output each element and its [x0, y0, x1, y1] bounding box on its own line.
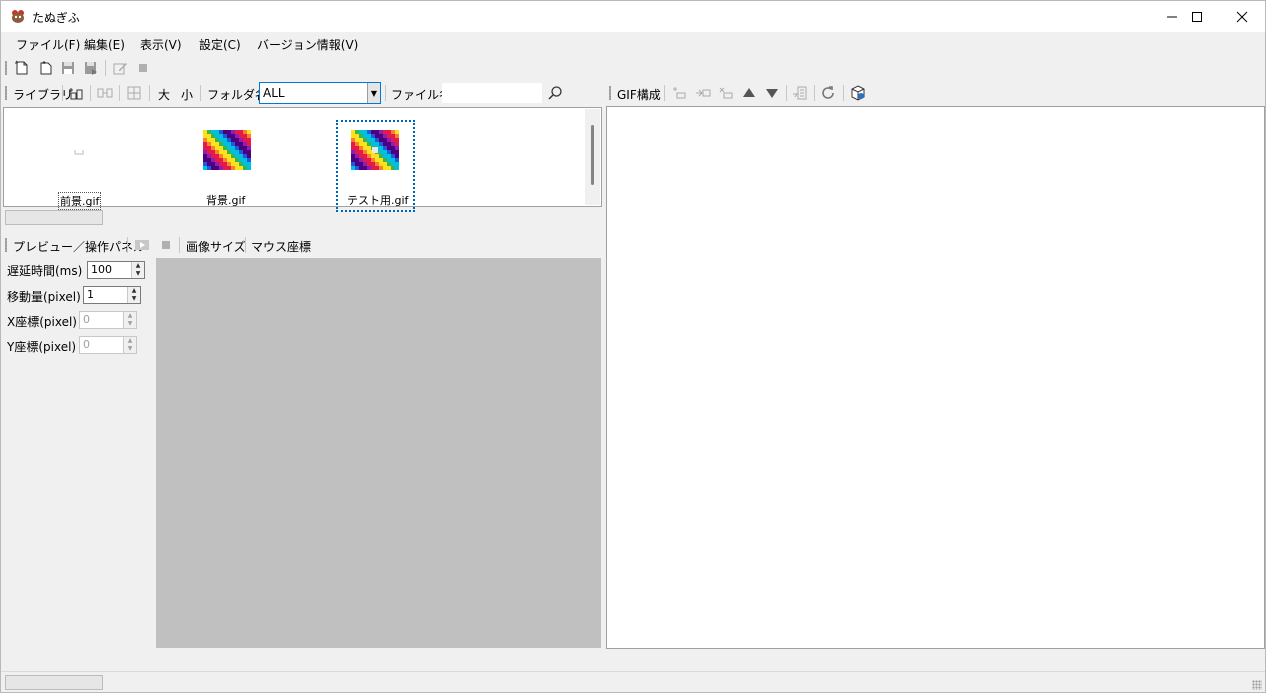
- title-bar: たぬぎふ: [1, 1, 1265, 32]
- spin-buttons[interactable]: ▲ ▼: [127, 287, 140, 303]
- library-item-thumbnail[interactable]: [203, 130, 251, 170]
- library-progress-bar: [5, 210, 103, 225]
- maximize-button[interactable]: [1174, 1, 1220, 32]
- delay-label: 遅延時間(ms): [7, 264, 83, 278]
- toolbar-separator: [105, 60, 106, 76]
- library-panel: 前景.gif 背景.gif テスト用.gif: [3, 107, 602, 212]
- window-title: たぬぎふ: [32, 11, 80, 25]
- toolbar-separator: [119, 85, 120, 101]
- status-bar: [1, 671, 1265, 692]
- refresh-icon[interactable]: [820, 85, 836, 101]
- frame-list-icon[interactable]: [792, 85, 808, 101]
- delay-spinbox[interactable]: 100 ▲ ▼: [87, 261, 145, 279]
- menu-version[interactable]: バージョン情報(V): [257, 36, 358, 53]
- close-button[interactable]: [1219, 1, 1265, 32]
- app-window: たぬぎふ ファイル(F) 編集(E) 表示(V) 設定(C) バージョン情報(V…: [0, 0, 1266, 693]
- delay-value: 100: [91, 263, 112, 276]
- mouse-coord-label: マウス座標: [251, 240, 312, 254]
- toolbar-grip[interactable]: [5, 61, 7, 75]
- status-progress-bar: [5, 675, 103, 690]
- library-item-label[interactable]: 背景.gif: [206, 192, 245, 208]
- play-icon[interactable]: [134, 237, 150, 253]
- toolbar-separator: [179, 237, 180, 253]
- resize-grip[interactable]: [1252, 680, 1262, 690]
- toolbar-separator: [200, 85, 201, 101]
- new-file-icon[interactable]: [14, 60, 30, 76]
- gif-frame-panel[interactable]: [606, 106, 1265, 649]
- preview-label: プレビュー／操作パネル: [13, 240, 146, 254]
- preview-canvas[interactable]: [156, 258, 601, 648]
- spin-buttons[interactable]: ▲ ▼: [123, 337, 136, 353]
- chevron-down-icon[interactable]: ▼: [367, 83, 380, 103]
- tanuki-app-icon: [12, 10, 24, 23]
- broken-image-icon[interactable]: [72, 145, 86, 159]
- grid-view-icon[interactable]: [126, 85, 142, 101]
- toolbar-separator: [62, 85, 63, 101]
- toolbar-separator: [245, 237, 246, 253]
- spin-buttons[interactable]: ▲ ▼: [131, 262, 144, 278]
- gif-toolbar-grip[interactable]: [609, 86, 611, 100]
- toolbar-separator: [385, 85, 386, 101]
- gif-label: GIF構成: [617, 88, 661, 102]
- edit-icon[interactable]: [112, 60, 128, 76]
- search-icon[interactable]: [547, 85, 563, 101]
- preview-toolbar: プレビュー／操作パネル 画像サイズ マウス座標: [3, 233, 602, 257]
- open-file-icon[interactable]: [38, 60, 54, 76]
- menu-view[interactable]: 表示(V): [140, 36, 182, 53]
- main-toolbar: [1, 56, 1265, 80]
- toolbar-separator: [664, 85, 665, 101]
- toolbar-separator: [814, 85, 815, 101]
- library-label: ライブラリ: [13, 88, 74, 102]
- library-item-label[interactable]: 前景.gif: [58, 192, 102, 210]
- menu-settings[interactable]: 設定(C): [199, 36, 241, 53]
- menu-bar: ファイル(F) 編集(E) 表示(V) 設定(C) バージョン情報(V): [1, 32, 1265, 55]
- library-item-label[interactable]: テスト用.gif: [347, 192, 408, 208]
- export-gif-icon[interactable]: [850, 85, 866, 101]
- move-amount-label: 移動量(pixel): [7, 290, 81, 304]
- library-scrollbar[interactable]: [585, 109, 600, 205]
- move-up-icon[interactable]: [741, 85, 757, 101]
- library-toolbar-grip[interactable]: [5, 86, 7, 100]
- close-icon: [1236, 11, 1248, 22]
- folder-label: フォルダ名: [207, 88, 268, 102]
- image-size-label: 画像サイズ: [186, 240, 246, 254]
- move-amount-value: 1: [87, 288, 94, 301]
- menu-edit[interactable]: 編集(E): [84, 36, 125, 53]
- folder-select-value: ALL: [263, 86, 285, 100]
- library-item-thumbnail[interactable]: [351, 130, 399, 170]
- remove-library-icon[interactable]: [97, 85, 113, 101]
- toolbar-separator: [90, 85, 91, 101]
- x-coord-value: 0: [83, 313, 90, 326]
- move-down-icon[interactable]: [764, 85, 780, 101]
- save-icon[interactable]: [60, 60, 76, 76]
- toolbar-separator: [149, 85, 150, 101]
- stop-icon[interactable]: [158, 237, 174, 253]
- move-amount-spinbox[interactable]: 1 ▲ ▼: [83, 286, 141, 304]
- delete-frame-icon[interactable]: [718, 85, 734, 101]
- x-coord-spinbox[interactable]: 0 ▲ ▼: [79, 311, 137, 329]
- size-small-button[interactable]: 小: [181, 86, 193, 103]
- y-coord-label: Y座標(pixel): [7, 340, 77, 354]
- insert-frame-icon[interactable]: [695, 85, 711, 101]
- toolbar-separator: [786, 85, 787, 101]
- x-coord-label: X座標(pixel): [7, 315, 77, 329]
- size-large-button[interactable]: 大: [158, 86, 170, 103]
- toolbar-separator: [127, 237, 128, 253]
- add-library-icon[interactable]: [68, 85, 84, 101]
- y-coord-spinbox[interactable]: 0 ▲ ▼: [79, 336, 137, 354]
- filename-input[interactable]: [442, 83, 542, 103]
- spin-buttons[interactable]: ▲ ▼: [123, 312, 136, 328]
- scrollbar-thumb[interactable]: [591, 125, 594, 185]
- toolbar-separator: [843, 85, 844, 101]
- preview-toolbar-grip[interactable]: [5, 238, 7, 252]
- maximize-icon: [1192, 11, 1202, 22]
- y-coord-value: 0: [83, 338, 90, 351]
- menu-file[interactable]: ファイル(F): [16, 36, 80, 53]
- save-as-icon[interactable]: [83, 60, 99, 76]
- stop-icon[interactable]: [135, 60, 151, 76]
- add-frame-icon[interactable]: [671, 85, 687, 101]
- folder-select[interactable]: ALL ▼: [259, 82, 381, 104]
- gif-toolbar: GIF構成: [606, 81, 1265, 105]
